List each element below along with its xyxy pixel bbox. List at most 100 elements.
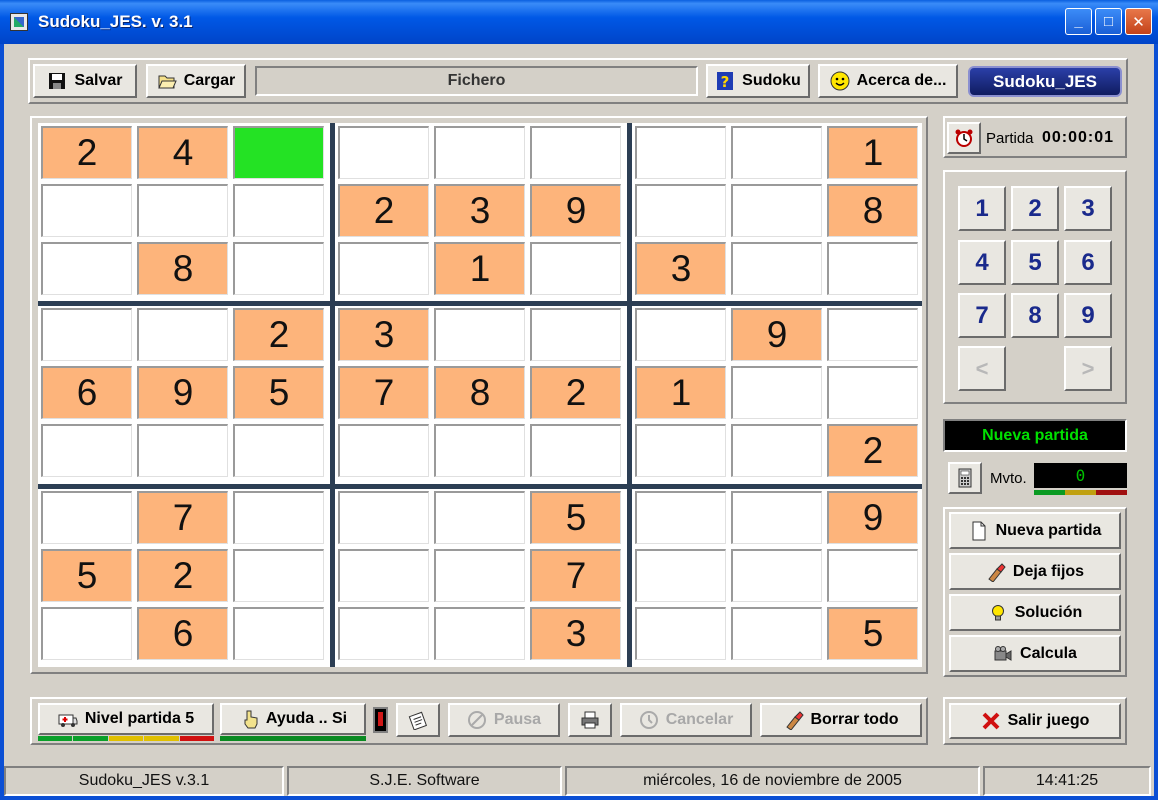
board-cell[interactable]: 5 bbox=[827, 607, 918, 660]
board-cell[interactable]: 5 bbox=[233, 366, 324, 419]
board-cell[interactable]: 8 bbox=[137, 242, 228, 295]
board-cell[interactable] bbox=[731, 366, 822, 419]
board-cell[interactable]: 9 bbox=[137, 366, 228, 419]
board-cell[interactable] bbox=[530, 242, 621, 295]
board-cell[interactable]: 5 bbox=[41, 549, 132, 602]
board-cell[interactable] bbox=[635, 607, 726, 660]
board-cell[interactable]: 2 bbox=[827, 424, 918, 477]
save-button[interactable]: Salvar bbox=[33, 64, 137, 98]
board-cell[interactable]: 2 bbox=[41, 126, 132, 179]
pause-button[interactable]: Pausa bbox=[448, 703, 560, 737]
board-cell[interactable] bbox=[41, 242, 132, 295]
board-cell[interactable]: 3 bbox=[338, 308, 429, 361]
board-cell[interactable] bbox=[827, 366, 918, 419]
board-cell[interactable] bbox=[434, 607, 525, 660]
board-cell[interactable]: 9 bbox=[827, 491, 918, 544]
board-cell[interactable] bbox=[137, 308, 228, 361]
board-cell[interactable]: 7 bbox=[137, 491, 228, 544]
board-cell[interactable]: 3 bbox=[530, 607, 621, 660]
board-cell[interactable]: 3 bbox=[635, 242, 726, 295]
board-cell[interactable]: 2 bbox=[137, 549, 228, 602]
print-button[interactable] bbox=[568, 703, 612, 737]
board-cell[interactable] bbox=[233, 607, 324, 660]
board-cell[interactable] bbox=[731, 126, 822, 179]
board-cell[interactable] bbox=[827, 308, 918, 361]
board-cell[interactable] bbox=[731, 184, 822, 237]
alarm-clock-button[interactable] bbox=[947, 122, 981, 154]
keypad-key-7[interactable]: 7 bbox=[958, 293, 1006, 338]
board-cell[interactable]: 1 bbox=[827, 126, 918, 179]
keypad-key-6[interactable]: 6 bbox=[1064, 240, 1112, 285]
brand-button[interactable]: Sudoku_JES bbox=[968, 66, 1122, 97]
board-cell[interactable]: 8 bbox=[827, 184, 918, 237]
board-cell[interactable] bbox=[233, 126, 324, 179]
board-cell[interactable] bbox=[434, 549, 525, 602]
board-cell[interactable]: 1 bbox=[635, 366, 726, 419]
board-cell[interactable]: 4 bbox=[137, 126, 228, 179]
board-cell[interactable]: 1 bbox=[434, 242, 525, 295]
board-cell[interactable] bbox=[338, 424, 429, 477]
board-cell[interactable] bbox=[41, 607, 132, 660]
board-cell[interactable] bbox=[434, 308, 525, 361]
board-cell[interactable] bbox=[635, 491, 726, 544]
calculator-button[interactable] bbox=[948, 462, 982, 494]
prev-button[interactable]: < bbox=[958, 346, 1006, 391]
board-cell[interactable]: 2 bbox=[338, 184, 429, 237]
board-cell[interactable] bbox=[41, 308, 132, 361]
board-cell[interactable] bbox=[530, 126, 621, 179]
board-cell[interactable] bbox=[233, 549, 324, 602]
board-cell[interactable] bbox=[41, 424, 132, 477]
keep-fixed-button[interactable]: Deja fijos bbox=[949, 553, 1121, 590]
board-cell[interactable] bbox=[530, 424, 621, 477]
cancel-button[interactable]: Cancelar bbox=[620, 703, 752, 737]
notepad-button[interactable] bbox=[396, 703, 440, 737]
board-cell[interactable] bbox=[434, 424, 525, 477]
board-cell[interactable]: 8 bbox=[434, 366, 525, 419]
board-cell[interactable] bbox=[338, 549, 429, 602]
board-cell[interactable] bbox=[137, 184, 228, 237]
load-button[interactable]: Cargar bbox=[146, 64, 246, 98]
keypad-key-2[interactable]: 2 bbox=[1011, 186, 1059, 231]
board-cell[interactable] bbox=[233, 242, 324, 295]
board-cell[interactable] bbox=[338, 242, 429, 295]
keypad-key-8[interactable]: 8 bbox=[1011, 293, 1059, 338]
board-cell[interactable]: 6 bbox=[137, 607, 228, 660]
minimize-button[interactable]: _ bbox=[1065, 8, 1092, 35]
sudoku-help-button[interactable]: ? Sudoku bbox=[706, 64, 810, 98]
board-cell[interactable] bbox=[635, 549, 726, 602]
board-cell[interactable] bbox=[731, 549, 822, 602]
board-cell[interactable]: 2 bbox=[233, 308, 324, 361]
keypad-key-9[interactable]: 9 bbox=[1064, 293, 1112, 338]
calculate-button[interactable]: Calcula bbox=[949, 635, 1121, 672]
board-cell[interactable] bbox=[731, 242, 822, 295]
solution-button[interactable]: Solución bbox=[949, 594, 1121, 631]
board-cell[interactable] bbox=[338, 126, 429, 179]
board-cell[interactable] bbox=[41, 184, 132, 237]
board-cell[interactable] bbox=[635, 126, 726, 179]
board-cell[interactable] bbox=[530, 308, 621, 361]
board-cell[interactable] bbox=[635, 184, 726, 237]
board-cell[interactable] bbox=[233, 424, 324, 477]
board-cell[interactable]: 6 bbox=[41, 366, 132, 419]
next-button[interactable]: > bbox=[1064, 346, 1112, 391]
new-game-button[interactable]: Nueva partida bbox=[949, 512, 1121, 549]
board-cell[interactable] bbox=[827, 549, 918, 602]
board-cell[interactable]: 3 bbox=[434, 184, 525, 237]
exit-button[interactable]: Salir juego bbox=[949, 703, 1121, 739]
maximize-button[interactable]: □ bbox=[1095, 8, 1122, 35]
board-cell[interactable] bbox=[635, 424, 726, 477]
board-cell[interactable] bbox=[41, 491, 132, 544]
board-cell[interactable] bbox=[731, 607, 822, 660]
board-cell[interactable]: 7 bbox=[530, 549, 621, 602]
board-cell[interactable] bbox=[731, 424, 822, 477]
board-cell[interactable] bbox=[434, 126, 525, 179]
board-cell[interactable] bbox=[731, 491, 822, 544]
keypad-key-5[interactable]: 5 bbox=[1011, 240, 1059, 285]
keypad-key-3[interactable]: 3 bbox=[1064, 186, 1112, 231]
board-cell[interactable] bbox=[338, 607, 429, 660]
board-cell[interactable] bbox=[434, 491, 525, 544]
board-cell[interactable] bbox=[233, 184, 324, 237]
board-cell[interactable] bbox=[635, 308, 726, 361]
about-button[interactable]: Acerca de... bbox=[818, 64, 958, 98]
board-cell[interactable] bbox=[233, 491, 324, 544]
